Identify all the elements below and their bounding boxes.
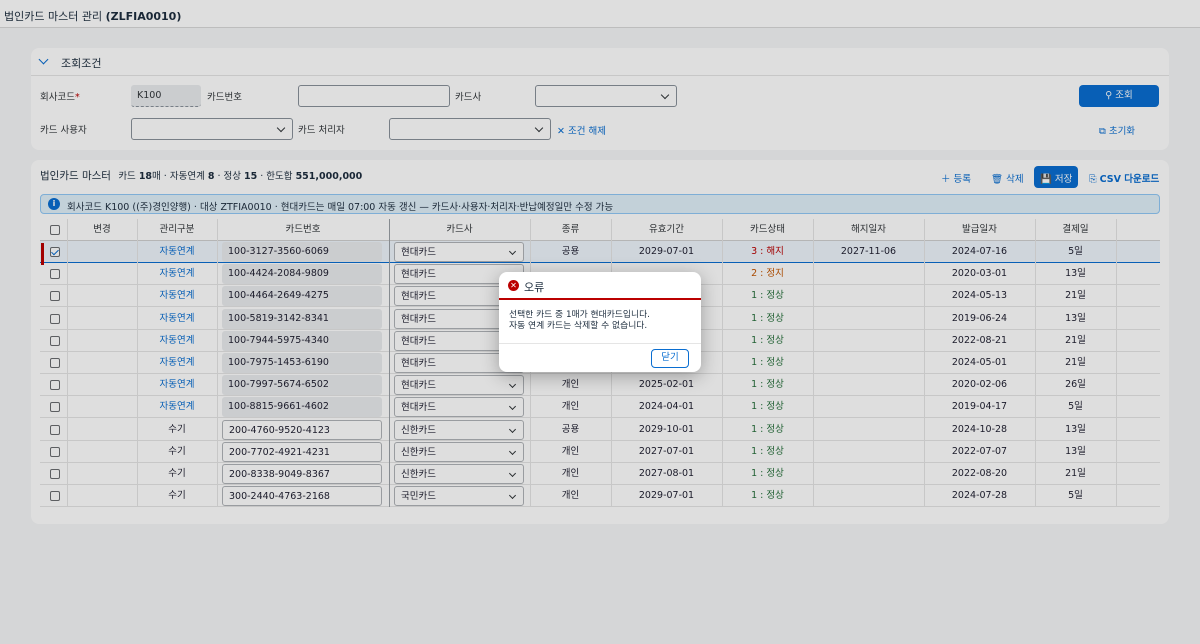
dialog-message-line1: 선택한 카드 중 1매가 현대카드입니다. xyxy=(509,310,650,320)
error-icon: ✕ xyxy=(508,280,519,291)
dialog-message-line2: 자동 연계 카드는 삭제할 수 없습니다. xyxy=(509,321,648,331)
dialog-title: 오류 xyxy=(524,281,545,294)
close-button[interactable]: 닫기 xyxy=(651,349,689,368)
dialog-message: 선택한 카드 중 1매가 현대카드입니다. 자동 연계 카드는 삭제할 수 없습… xyxy=(509,310,693,332)
dialog-footer: 닫기 xyxy=(499,343,701,372)
error-dialog: ✕ 오류 선택한 카드 중 1매가 현대카드입니다. 자동 연계 카드는 삭제할… xyxy=(499,272,701,372)
dialog-header: ✕ 오류 xyxy=(499,272,701,300)
